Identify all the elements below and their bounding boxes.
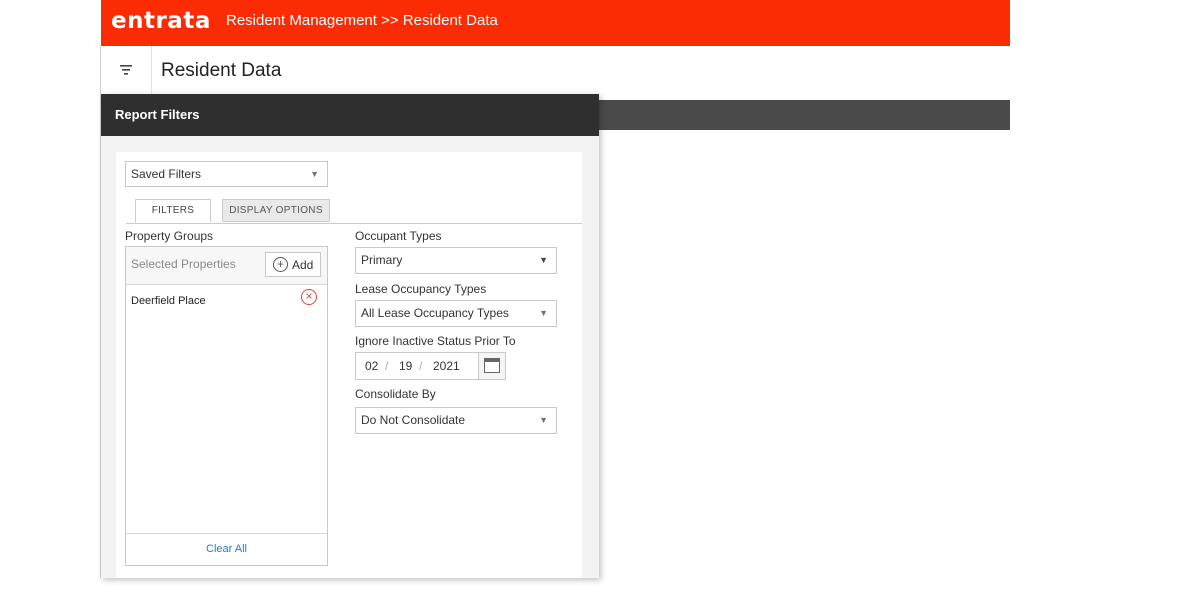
saved-filters-value: Saved Filters — [131, 167, 202, 181]
filters-body: Saved Filters ▼ FILTERS DISPLAY OPTIONS … — [116, 152, 582, 578]
tab-display-options[interactable]: DISPLAY OPTIONS — [222, 199, 330, 222]
saved-filters-select[interactable]: Saved Filters ▼ — [125, 161, 328, 187]
date-separator: / — [419, 359, 423, 373]
tab-filters[interactable]: FILTERS — [135, 199, 211, 223]
clear-all-link[interactable]: Clear All — [126, 533, 327, 565]
lease-occupancy-types-select[interactable]: All Lease Occupancy Types ▼ — [355, 300, 557, 327]
occupant-types-label: Occupant Types — [355, 229, 442, 243]
date-separator: / — [385, 359, 389, 373]
entrata-logo[interactable]: entrata — [111, 8, 211, 34]
dropdown-arrow-icon: ▼ — [539, 308, 548, 318]
ignore-inactive-label: Ignore Inactive Status Prior To — [355, 334, 516, 348]
add-property-button[interactable]: + Add — [265, 252, 321, 277]
page-header: Resident Data — [101, 46, 1010, 94]
selected-properties-placeholder: Selected Properties — [131, 257, 236, 271]
filter-tabs: FILTERS DISPLAY OPTIONS — [126, 199, 582, 224]
consolidate-by-label: Consolidate By — [355, 387, 436, 401]
dropdown-arrow-icon: ▼ — [539, 415, 548, 425]
calendar-icon — [484, 358, 500, 373]
lease-occupancy-types-value: All Lease Occupancy Types — [361, 306, 509, 320]
dropdown-arrow-icon: ▼ — [539, 255, 548, 265]
consolidate-by-select[interactable]: Do Not Consolidate ▼ — [355, 407, 557, 434]
occupant-types-value: Primary — [361, 253, 403, 267]
property-groups-header: Selected Properties + Add — [126, 247, 327, 285]
lease-occupancy-types-label: Lease Occupancy Types — [355, 282, 487, 296]
property-groups-list: Selected Properties + Add Deerfield Plac… — [125, 246, 328, 566]
consolidate-by-value: Do Not Consolidate — [361, 413, 466, 427]
occupant-types-select[interactable]: Primary ▼ — [355, 247, 557, 274]
date-year[interactable]: 2021 — [433, 359, 460, 373]
page-title: Resident Data — [161, 60, 282, 81]
calendar-button[interactable] — [478, 352, 506, 380]
plus-circle-icon: + — [273, 257, 288, 272]
filter-lines-icon — [120, 65, 132, 75]
remove-circle-icon[interactable]: × — [301, 289, 317, 305]
list-item: Deerfield Place — [131, 295, 206, 307]
report-filters-panel: Report Filters Saved Filters ▼ FILTERS D… — [101, 94, 599, 578]
ignore-inactive-date-input[interactable]: 02 / 19 / 2021 — [355, 352, 479, 380]
dropdown-arrow-icon: ▼ — [310, 169, 319, 179]
property-groups-label: Property Groups — [125, 229, 214, 243]
filter-menu-button[interactable] — [101, 46, 152, 94]
report-toolbar-strip — [598, 100, 1010, 130]
report-filters-title: Report Filters — [101, 94, 599, 136]
add-button-label: Add — [292, 258, 314, 272]
date-month[interactable]: 02 — [365, 359, 378, 373]
top-navigation-bar: entrata Resident Management >> Resident … — [101, 0, 1010, 46]
date-day[interactable]: 19 — [399, 359, 412, 373]
breadcrumb: Resident Management >> Resident Data — [226, 12, 498, 29]
